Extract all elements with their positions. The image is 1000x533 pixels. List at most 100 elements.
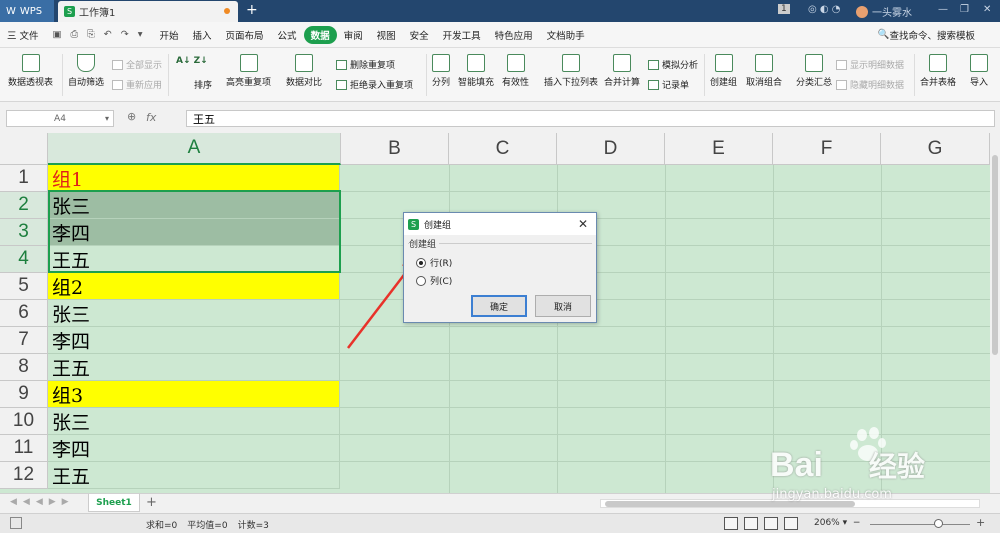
row-header[interactable]: 3: [0, 219, 48, 246]
column-header-b[interactable]: B: [341, 133, 449, 165]
radio-column[interactable]: 列(C): [416, 274, 452, 287]
menu-data[interactable]: 数据: [303, 25, 337, 44]
cell-a7[interactable]: 李四: [48, 327, 340, 354]
radio-row[interactable]: 行(R): [416, 256, 452, 269]
menu-doc-assistant[interactable]: 文档助手: [540, 26, 592, 44]
merge-calc-button[interactable]: 合并计算: [604, 54, 640, 88]
column-header-f[interactable]: F: [773, 133, 881, 165]
pivot-table-button[interactable]: 数据透视表: [8, 54, 53, 88]
close-icon[interactable]: ✕: [578, 217, 588, 231]
row-header[interactable]: 4: [0, 246, 48, 273]
document-tab[interactable]: S 工作簿1: [58, 1, 238, 22]
skin-icon[interactable]: ◎ ◐ ◔: [808, 4, 841, 15]
smart-fill-button[interactable]: 智能填充: [458, 54, 494, 88]
row-header[interactable]: 2: [0, 192, 48, 219]
close-icon[interactable]: ✕: [983, 4, 991, 15]
cell-a11[interactable]: 李四: [48, 435, 340, 462]
sheet-nav-arrows[interactable]: ◀◀◀▶▶: [10, 497, 75, 507]
reapply-button[interactable]: 重新应用: [112, 78, 162, 91]
reject-dup-button[interactable]: 拒绝录入重复项: [336, 78, 413, 91]
user-account[interactable]: 一头雾水: [856, 4, 912, 19]
search-command[interactable]: 🔍 查找命令、搜索模板: [871, 26, 982, 44]
ok-button[interactable]: 确定: [471, 295, 527, 317]
create-group-dialog: S 创建组 ✕ 创建组 行(R) 列(C) 确定 取消: [403, 212, 597, 323]
column-header-g[interactable]: G: [881, 133, 990, 165]
cancel-button[interactable]: 取消: [535, 295, 591, 317]
menu-review[interactable]: 审阅: [337, 26, 370, 44]
data-compare-button[interactable]: 数据对比: [286, 54, 322, 88]
delete-dup-button[interactable]: 删除重复项: [336, 58, 395, 71]
cell-a8[interactable]: 王五: [48, 354, 340, 381]
cell-a12[interactable]: 王五: [48, 462, 340, 489]
column-header-a[interactable]: A: [48, 133, 341, 165]
hide-detail-button[interactable]: 隐藏明细数据: [836, 78, 904, 91]
insert-dropdown-button[interactable]: 插入下拉列表: [544, 54, 598, 88]
normal-view-icon[interactable]: [724, 517, 738, 530]
window-count-badge[interactable]: 1: [778, 4, 790, 14]
show-all-button[interactable]: 全部显示: [112, 58, 162, 71]
page-break-view-icon[interactable]: [744, 517, 758, 530]
quick-access-icons[interactable]: ▣ ⎙ ⎘ ↶ ↷ ▾: [46, 26, 153, 44]
show-detail-button[interactable]: 显示明细数据: [836, 58, 904, 71]
menu-insert[interactable]: 插入: [186, 26, 219, 44]
zoom-slider-knob[interactable]: [934, 519, 943, 528]
menu-special[interactable]: 特色应用: [488, 26, 540, 44]
row-header[interactable]: 6: [0, 300, 48, 327]
zoom-slider[interactable]: [870, 524, 970, 525]
simulate-button[interactable]: 模拟分析: [648, 58, 698, 71]
autofilter-button[interactable]: 自动筛选: [68, 54, 104, 88]
vertical-scrollbar[interactable]: [990, 133, 1000, 493]
menu-home[interactable]: 开始: [153, 26, 186, 44]
restore-icon[interactable]: ❐: [960, 4, 969, 15]
zoom-in-icon[interactable]: +: [976, 516, 985, 529]
column-header-d[interactable]: D: [557, 133, 665, 165]
row-header[interactable]: 7: [0, 327, 48, 354]
row-header[interactable]: 5: [0, 273, 48, 300]
menu-file[interactable]: 三 文件: [0, 26, 46, 44]
menu-security[interactable]: 安全: [403, 26, 436, 44]
column-header-c[interactable]: C: [449, 133, 557, 165]
row-header[interactable]: 10: [0, 408, 48, 435]
sort-asc-icon[interactable]: A↓ Z↓: [176, 56, 208, 66]
menu-developer[interactable]: 开发工具: [436, 26, 488, 44]
formula-input[interactable]: 王五: [186, 110, 995, 127]
eye-protect-icon[interactable]: [784, 517, 798, 530]
cell-a5[interactable]: 组2: [48, 273, 340, 300]
name-box[interactable]: A4 ▾: [6, 110, 114, 127]
column-header-e[interactable]: E: [665, 133, 773, 165]
new-tab-button[interactable]: +: [246, 2, 258, 18]
fx-icon[interactable]: fx: [146, 111, 156, 124]
sort-button[interactable]: 排序: [194, 78, 212, 91]
wps-app-tab[interactable]: W WPS: [0, 0, 54, 22]
row-header[interactable]: 1: [0, 165, 48, 192]
row-header[interactable]: 11: [0, 435, 48, 462]
add-sheet-button[interactable]: +: [146, 495, 157, 510]
scroll-thumb[interactable]: [992, 155, 998, 355]
record-button[interactable]: 记录单: [648, 78, 689, 91]
merge-table-button[interactable]: 合并表格: [920, 54, 956, 88]
minimize-icon[interactable]: —: [938, 4, 948, 15]
cell-a10[interactable]: 张三: [48, 408, 340, 435]
reading-view-icon[interactable]: [764, 517, 778, 530]
macro-icon[interactable]: [10, 517, 22, 529]
validity-button[interactable]: 有效性: [502, 54, 529, 88]
menu-view[interactable]: 视图: [370, 26, 403, 44]
import-button[interactable]: 导入: [970, 54, 988, 88]
menu-formula[interactable]: 公式: [271, 26, 304, 44]
row-header[interactable]: 9: [0, 381, 48, 408]
select-all-corner[interactable]: [0, 133, 48, 165]
menu-page-layout[interactable]: 页面布局: [219, 26, 271, 44]
cell-a9[interactable]: 组3: [48, 381, 340, 408]
create-group-button[interactable]: 创建组: [710, 54, 737, 88]
subtotal-button[interactable]: 分类汇总: [796, 54, 832, 88]
cell-a1[interactable]: 组1: [48, 165, 340, 192]
ungroup-button[interactable]: 取消组合: [746, 54, 782, 88]
row-header[interactable]: 8: [0, 354, 48, 381]
split-column-button[interactable]: 分列: [432, 54, 450, 88]
zoom-level[interactable]: 206% ▾ −: [814, 518, 860, 528]
highlight-dup-button[interactable]: 高亮重复项: [226, 54, 271, 88]
cell-a6[interactable]: 张三: [48, 300, 340, 327]
zoom-search-icon[interactable]: ⊕: [127, 110, 136, 123]
sheet-tab[interactable]: Sheet1: [88, 494, 140, 512]
row-header[interactable]: 12: [0, 462, 48, 489]
